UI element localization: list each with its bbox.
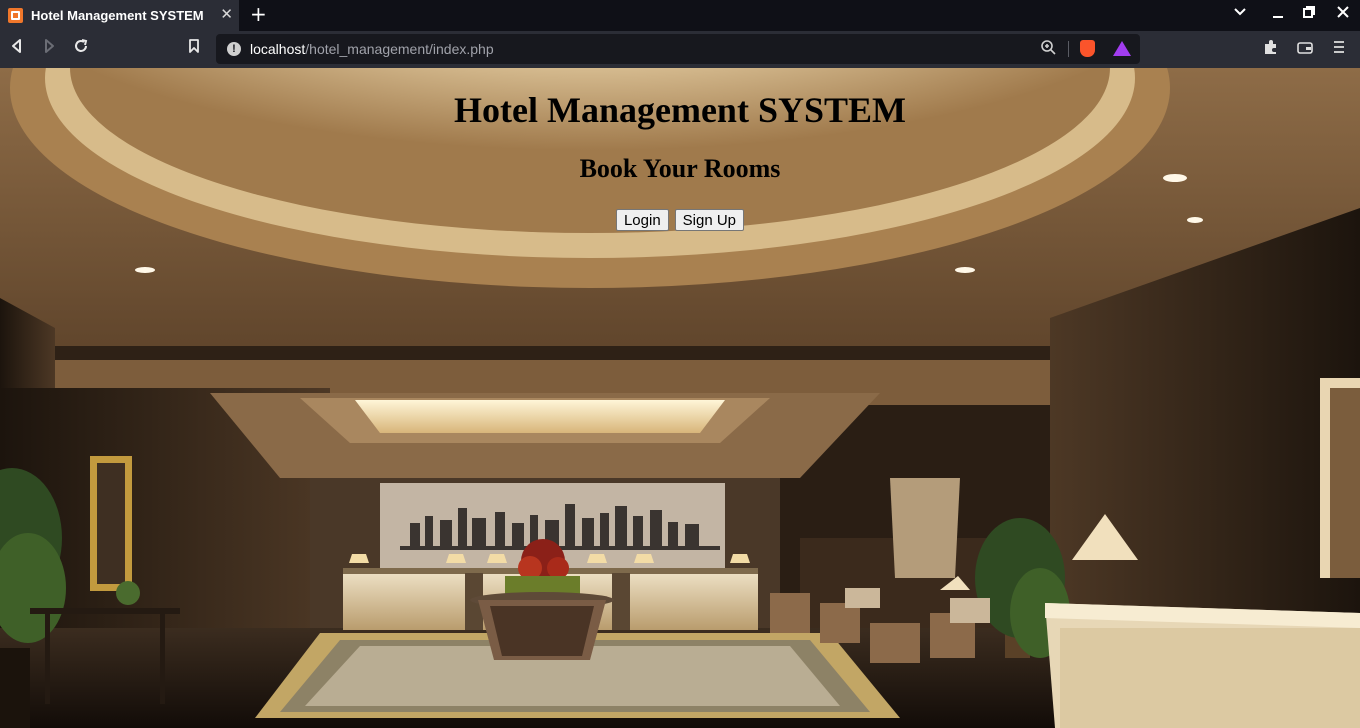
wallet-icon[interactable] (1297, 39, 1313, 59)
url-text: localhost/hotel_management/index.php (250, 41, 494, 57)
favicon-icon (8, 8, 23, 23)
browser-toolbar: ! localhost/hotel_management/index.php (0, 31, 1360, 68)
menu-icon[interactable] (1332, 39, 1346, 59)
browser-tab[interactable]: Hotel Management SYSTEM ✕ (0, 0, 239, 31)
page-viewport: Hotel Management SYSTEM Book Your Rooms … (0, 68, 1360, 728)
back-icon[interactable] (9, 38, 25, 59)
signup-button[interactable]: Sign Up (674, 209, 745, 231)
forward-icon[interactable] (41, 38, 57, 59)
divider (1068, 41, 1069, 57)
close-icon[interactable]: ✕ (220, 5, 233, 23)
brave-rewards-icon[interactable] (1113, 41, 1131, 56)
minimize-icon[interactable] (1271, 5, 1285, 23)
login-button[interactable]: Login (615, 209, 669, 231)
page-title: Hotel Management SYSTEM (454, 90, 906, 130)
extensions-icon[interactable] (1263, 39, 1279, 59)
tab-strip: Hotel Management SYSTEM ✕ + (0, 0, 1360, 31)
brave-shields-icon[interactable] (1080, 40, 1095, 57)
page-subtitle: Book Your Rooms (579, 154, 781, 183)
bookmark-icon[interactable] (187, 38, 201, 59)
tab-title: Hotel Management SYSTEM (31, 8, 204, 23)
close-window-icon[interactable] (1336, 5, 1350, 23)
restore-icon[interactable] (1302, 5, 1316, 23)
address-bar[interactable]: ! localhost/hotel_management/index.php (216, 34, 1140, 64)
info-icon[interactable]: ! (227, 42, 241, 56)
auth-buttons: Login Sign Up (0, 209, 1360, 231)
chevron-down-icon[interactable] (1233, 5, 1247, 23)
reload-icon[interactable] (73, 38, 89, 59)
zoom-icon[interactable] (1040, 39, 1056, 59)
plus-icon[interactable]: + (250, 2, 267, 26)
